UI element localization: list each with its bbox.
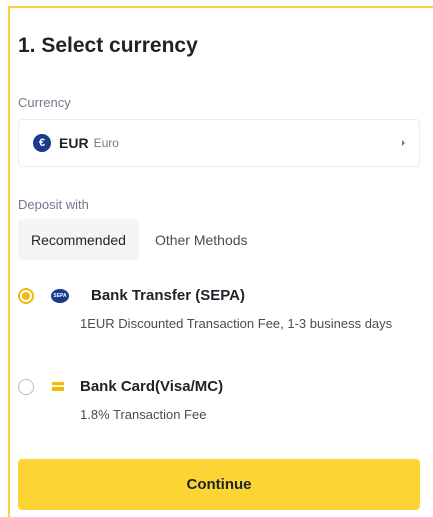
continue-button[interactable]: Continue xyxy=(18,459,420,510)
option-title-card: Bank Card(Visa/MC) xyxy=(80,378,224,395)
section-title: 1. Select currency xyxy=(18,34,198,57)
currency-label: Currency xyxy=(18,95,71,110)
radio-sepa[interactable] xyxy=(18,288,34,304)
sepa-logo-icon: SEPA xyxy=(51,289,69,303)
radio-card[interactable] xyxy=(18,379,34,395)
caret-right-icon xyxy=(402,140,405,146)
option-desc-card: 1.8% Transaction Fee xyxy=(80,407,207,422)
card-icon xyxy=(52,382,64,391)
currency-code: EUR xyxy=(59,135,89,151)
tab-other-methods[interactable]: Other Methods xyxy=(155,219,248,260)
currency-select[interactable]: € EUR Euro xyxy=(18,119,420,167)
tab-recommended[interactable]: Recommended xyxy=(18,219,139,260)
currency-name: Euro xyxy=(93,136,119,150)
deposit-tabs: Recommended Other Methods xyxy=(18,219,248,260)
option-title-sepa: Bank Transfer (SEPA) xyxy=(91,287,245,304)
option-desc-sepa: 1EUR Discounted Transaction Fee, 1-3 bus… xyxy=(80,316,393,331)
deposit-label: Deposit with xyxy=(18,197,89,212)
panel-border-top xyxy=(8,6,433,8)
euro-coin-icon: € xyxy=(33,134,51,152)
panel-border-left xyxy=(8,6,10,517)
